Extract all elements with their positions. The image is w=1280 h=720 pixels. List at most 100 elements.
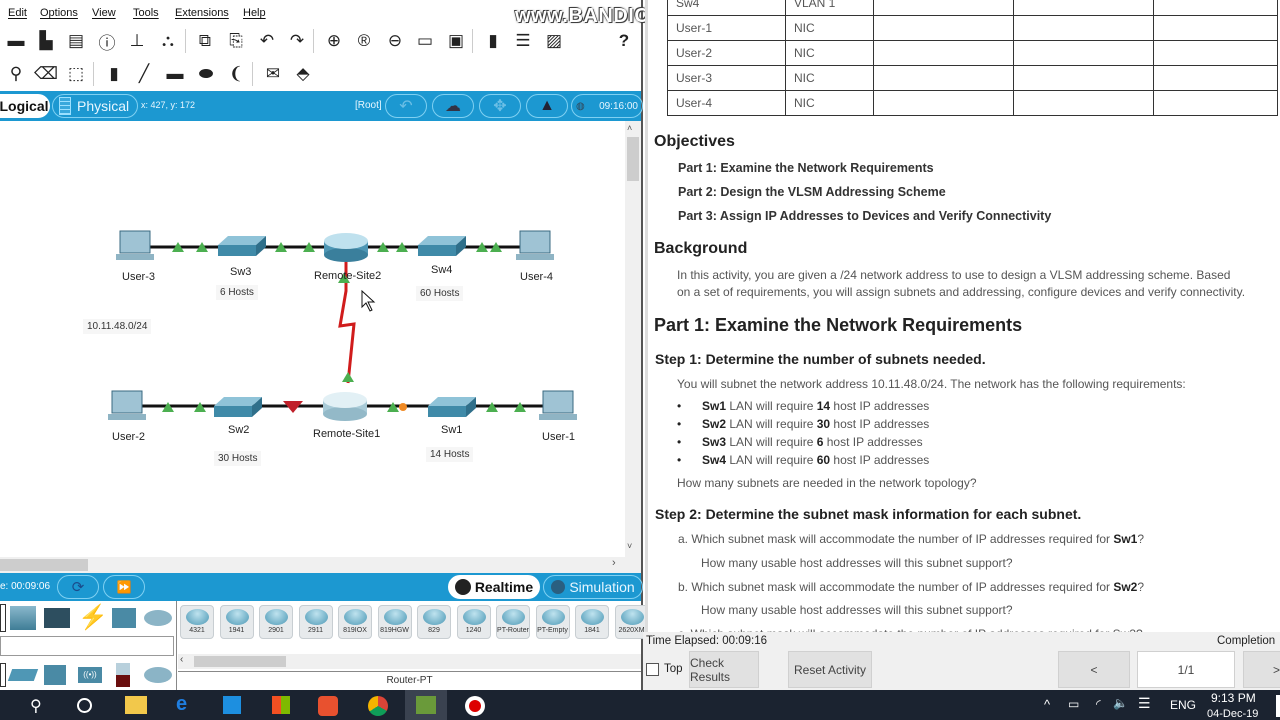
switches-subcategory-icon[interactable] [7, 669, 39, 681]
scroll-up-icon[interactable]: ˄ [627, 123, 632, 133]
input-language[interactable]: ENG [1170, 698, 1196, 712]
redo-icon[interactable]: ↷ [286, 30, 308, 52]
device-label-user2[interactable]: User-2 [112, 431, 145, 443]
device-label-user1[interactable]: User-1 [542, 431, 575, 443]
router-model-button[interactable]: 819IOX [338, 605, 372, 639]
show-hidden-icons[interactable]: ^ [1044, 697, 1050, 712]
canvas-horizontal-scrollbar[interactable]: › [0, 557, 625, 573]
draw-rectangle-icon[interactable]: ▬ [164, 63, 186, 85]
device-label-sw4[interactable]: Sw4 [431, 264, 452, 276]
zoom-out-icon[interactable]: ⊖ [384, 30, 406, 52]
file-explorer-icon[interactable] [125, 696, 147, 714]
logical-tab[interactable]: Logical [0, 94, 50, 118]
info-icon[interactable]: ⓘ [96, 30, 118, 53]
vertical-scroll-thumb[interactable] [627, 137, 639, 181]
place-note-icon[interactable]: ▮ [103, 63, 125, 85]
tray-time[interactable]: 9:13 PM [1211, 691, 1256, 705]
keyboard-icon[interactable]: ☰ [1138, 695, 1151, 712]
previous-page-button[interactable]: < [1058, 651, 1130, 688]
tray-date[interactable]: 04-Dec-19 [1207, 708, 1258, 720]
router-model-button[interactable]: PT-Empty [535, 605, 570, 639]
activity-wizard-icon[interactable]: ⊥ [126, 30, 148, 52]
scroll-down-icon[interactable]: ˅ [627, 541, 632, 551]
menu-help[interactable]: Help [243, 7, 266, 19]
physical-tab[interactable]: Physical [52, 94, 138, 118]
router-model-button[interactable]: 4321 [180, 605, 214, 639]
store-icon[interactable] [272, 696, 290, 714]
device-label-user3[interactable]: User-3 [122, 271, 155, 283]
menu-options[interactable]: Options [40, 7, 78, 19]
viewport-clock-button[interactable]: ◍ 09:16:00 [571, 94, 643, 118]
components-category-icon[interactable] [44, 608, 70, 628]
note-network-address[interactable]: 10.11.48.0/24 [83, 319, 152, 334]
wifi-icon[interactable]: ◜ [1096, 697, 1101, 711]
freeform-icon[interactable]: ❨ [225, 63, 247, 85]
router-model-button[interactable]: 1841 [575, 605, 609, 639]
menu-view[interactable]: View [92, 7, 116, 19]
connections-category-icon[interactable]: ⚡ [78, 603, 108, 632]
category-selected-frame[interactable] [0, 604, 6, 632]
scroll-right-icon[interactable]: › [612, 557, 616, 569]
multiuser-category-icon[interactable] [144, 610, 172, 626]
router-model-button[interactable]: 829 [417, 605, 451, 639]
volume-icon[interactable]: 🔈 [1113, 696, 1128, 710]
horizontal-scroll-thumb[interactable] [0, 559, 88, 571]
cloud-image-icon[interactable]: ▨ [543, 30, 565, 52]
hubs-subcategory-icon[interactable] [44, 665, 66, 685]
add-complex-pdu-icon[interactable]: ⬘ [292, 63, 314, 85]
security-subcategory-icon[interactable] [116, 663, 130, 687]
router-model-button[interactable]: PT-Router [496, 605, 530, 639]
battery-icon[interactable]: ▭ [1068, 697, 1079, 711]
device-label-user4[interactable]: User-4 [520, 271, 553, 283]
check-results-button[interactable]: Check Results [689, 651, 759, 688]
model-list-scrollbar[interactable]: ‹ [178, 654, 641, 669]
menu-edit[interactable]: Edit [8, 7, 27, 19]
show-desktop-button[interactable] [1276, 695, 1280, 717]
chrome-icon[interactable] [368, 696, 388, 716]
undo-icon[interactable]: ↶ [256, 30, 278, 52]
misc-category-icon[interactable] [112, 608, 136, 628]
menu-extensions[interactable]: Extensions [175, 7, 229, 19]
router-model-button[interactable]: 2911 [298, 605, 333, 639]
camera-app-icon[interactable] [223, 696, 241, 714]
resize-shape-icon[interactable]: ⬚ [65, 63, 87, 85]
device-search-field[interactable] [0, 636, 174, 656]
bandicam-record-icon[interactable] [465, 696, 485, 716]
router-model-button[interactable]: 2901 [259, 605, 293, 639]
custom-devices-icon[interactable]: ⛬ [157, 30, 179, 52]
document-icon[interactable]: ▮ [482, 30, 504, 52]
network-info-icon[interactable]: ☰ [512, 30, 534, 52]
note-sw4-hosts[interactable]: 60 Hosts [416, 286, 464, 301]
power-cycle-button[interactable]: ⟳ [57, 575, 99, 599]
save-icon[interactable]: ▙ [35, 30, 57, 52]
open-folder-icon[interactable]: ▬ [5, 30, 27, 52]
inspect-icon[interactable]: ⚲ [5, 63, 27, 85]
packet-tracer-taskbar-icon[interactable] [416, 696, 436, 714]
back-navigation-button[interactable]: ↶ [385, 94, 427, 118]
cortana-icon[interactable] [77, 698, 92, 713]
router-model-button[interactable]: 819HGW [377, 605, 412, 639]
delete-icon[interactable]: ⌫ [34, 63, 58, 85]
print-icon[interactable]: ▤ [65, 30, 87, 52]
canvas-vertical-scrollbar[interactable]: ˄ ˅ [625, 121, 641, 557]
top-checkbox[interactable] [646, 663, 659, 676]
wireless-subcategory-icon[interactable]: ((•)) [78, 667, 102, 683]
end-devices-category-icon[interactable] [10, 606, 36, 630]
add-simple-pdu-icon[interactable]: ✉ [262, 63, 284, 85]
zoom-in-icon[interactable]: ⊕ [323, 30, 345, 52]
help-icon[interactable]: ? [613, 30, 635, 52]
router-model-button[interactable]: 1240 [456, 605, 491, 639]
edge-browser-icon[interactable]: e [176, 693, 196, 715]
activity-instructions[interactable]: Sw4 VLAN 1 User-1 NIC User-2 NIC User-3 NIC User… [645, 0, 1280, 632]
fast-forward-button[interactable]: ⏩ [103, 575, 145, 599]
root-breadcrumb[interactable]: [Root] [355, 100, 382, 111]
app-icon-red[interactable] [318, 696, 338, 716]
drawing-palette-icon[interactable]: ▭ [414, 30, 436, 52]
paste-icon[interactable]: ⎘ [225, 30, 247, 52]
next-page-button[interactable]: > [1243, 651, 1280, 688]
copy-icon[interactable]: ⧉ [194, 30, 216, 52]
draw-line-icon[interactable]: ╱ [133, 63, 155, 85]
move-object-button[interactable]: ✥ [479, 94, 521, 118]
note-sw2-hosts[interactable]: 30 Hosts [214, 451, 262, 466]
draw-ellipse-icon[interactable]: ⬬ [195, 63, 217, 85]
